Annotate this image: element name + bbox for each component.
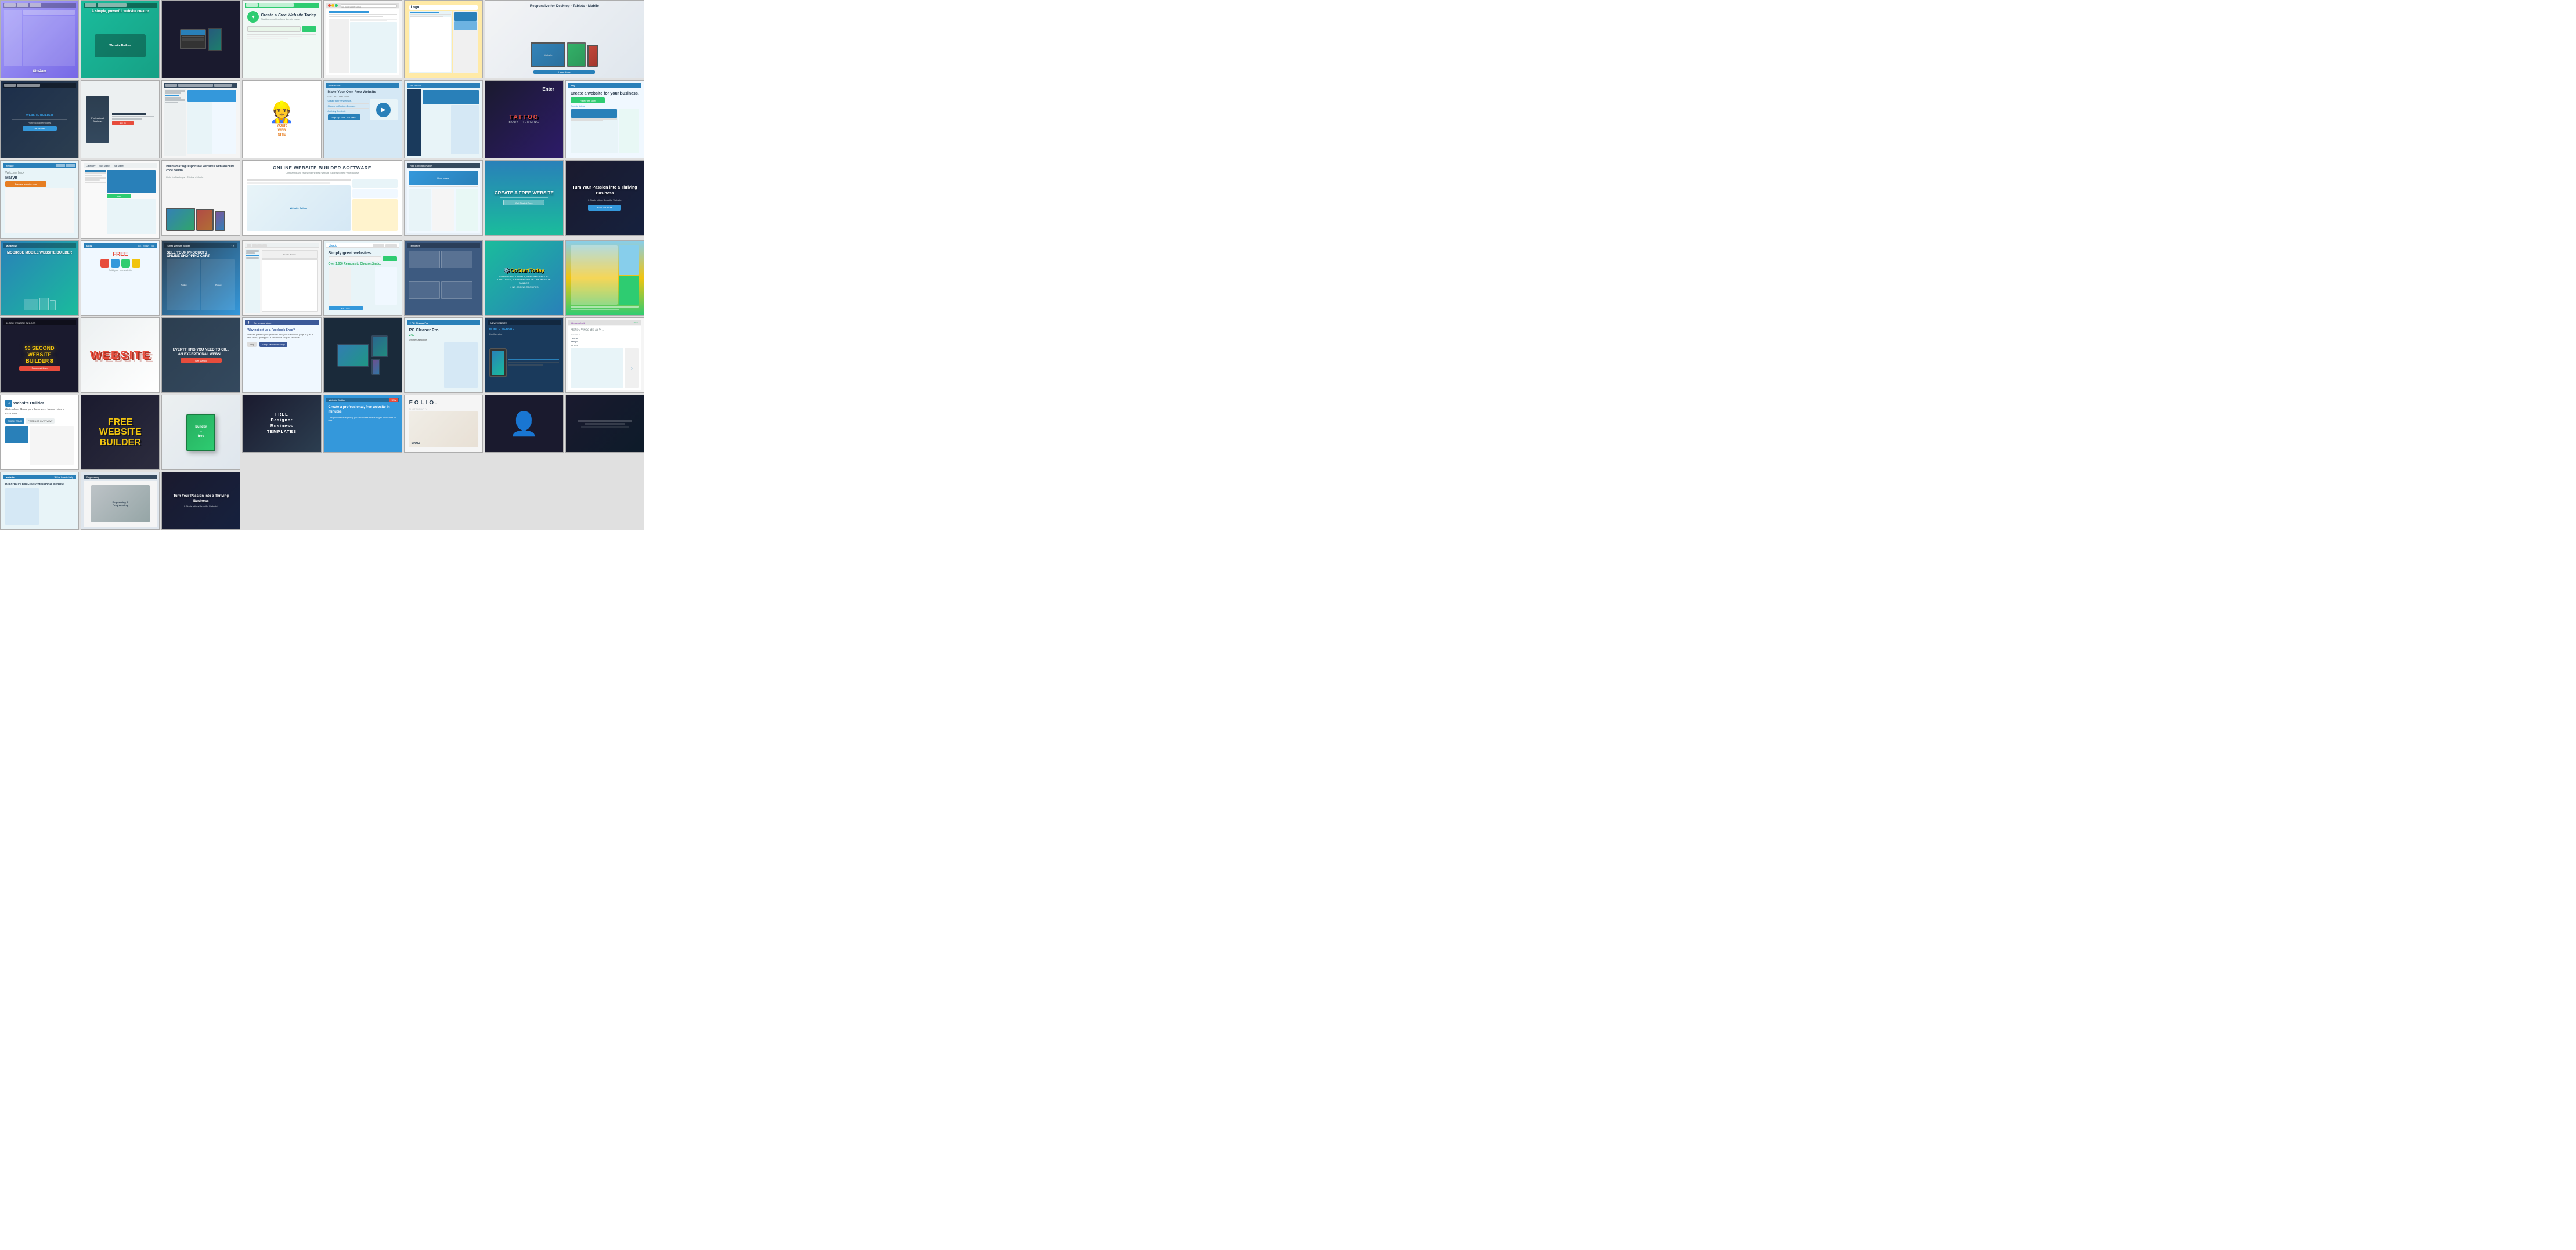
tattoo-title: TATTOO: [509, 114, 539, 121]
tile-wb-box[interactable]: builder⌂free: [161, 395, 240, 470]
tattoo-subtitle: BODY PIERCING: [508, 121, 539, 124]
website-3d-text: WEBSITE: [90, 349, 151, 362]
90sec-label: 90 SECONDWEBSITEBUILDER 8: [25, 345, 55, 364]
jimdo-label: Simply great websites.: [329, 251, 397, 255]
tile-create-free-website[interactable]: ✦ Create a Free Website Today Start by s…: [242, 0, 321, 78]
tile-sitejam[interactable]: SiteJam: [0, 0, 79, 78]
tile-build-responsive[interactable]: Build amazing responsive websites with a…: [161, 160, 240, 236]
tile-website-editor[interactable]: Website Preview: [242, 240, 321, 316]
your-website-text: YOURWEBSITE: [277, 124, 287, 138]
tile-tattoo[interactable]: TATTOO BODY PIERCING Enter: [485, 80, 564, 158]
tile-folio[interactable]: FOLIO. PHOTOGRAPHY MANU: [404, 395, 483, 453]
tile-category[interactable]: Category Sub Matter Biz Matter Select: [81, 160, 160, 239]
tile-small-builder[interactable]: Small Website Builder ‹ › SELL YOUR PROD…: [161, 240, 240, 316]
tile-sitebuilder[interactable]: A simple, powerful website creator Websi…: [81, 0, 160, 78]
mobirise-label: MOBIRISE MOBILE WEBSITE BUILDER: [7, 251, 72, 255]
tile-mi-pagina[interactable]: Mi página personal: [323, 0, 402, 78]
tile-engineering[interactable]: Engineering Engineering &Programming: [81, 472, 160, 530]
tile-passion-business-2[interactable]: Turn Your Passion into a Thriving Busine…: [161, 472, 240, 530]
tile-ucoz[interactable]: uCoz GET STARTED FREE Build your free we…: [81, 240, 160, 316]
builder-emoji: 👷: [269, 100, 295, 124]
ws-builder-title: Website Builder: [13, 402, 44, 406]
free-wb-label: FREEWEBSITE BUILDER: [84, 417, 157, 448]
build-own-label: Build Your Own Free Professional Website: [5, 483, 74, 487]
create-free-label: CREATE A FREE WEBSITE: [495, 190, 554, 196]
pc-cleaner-label: PC Cleaner Pro: [409, 328, 478, 333]
tile-free-wb-dark[interactable]: FREEWEBSITE BUILDER: [81, 395, 160, 470]
tile-company-name[interactable]: Your Company Name Hero Image: [404, 160, 483, 236]
gogo-label: ⚙️GoStartToday: [504, 268, 544, 274]
tile-dashboard[interactable]: [161, 80, 240, 158]
sitebuilder-label: A simple, powerful website creator: [84, 9, 157, 16]
tile-website-3d[interactable]: WEBSITE: [81, 317, 160, 393]
tile-builder-character[interactable]: 👷 YOURWEBSITE: [242, 80, 321, 158]
passion-title: Turn Your Passion into a Thriving Busine…: [572, 185, 638, 197]
tile-gogo-start[interactable]: ⚙️GoStartToday SURPRISINGLY SIMPLE, FREE…: [485, 240, 564, 316]
tile-blue-builder[interactable]: WEBSITE BUILDER Professional templates G…: [0, 80, 79, 158]
tile-free-designer-templates[interactable]: FREEDesignerBusinessTEMPLATES: [242, 395, 321, 453]
tile-templates-dark[interactable]: Templates: [404, 240, 483, 316]
tile-logo-builder[interactable]: Logo: [404, 0, 483, 78]
tile-dark-person[interactable]: 👤: [485, 395, 564, 453]
tile-create-free-ocean[interactable]: CREATE A FREE WEBSITE Get Started Free: [485, 160, 564, 236]
tile-devices-dark[interactable]: [323, 317, 402, 393]
tile-website-welcome[interactable]: website Welcome back Maryn Preview websi…: [0, 160, 79, 239]
small-builder-label: SELL YOUR PRODUCTSONLINE SHOPPING CART: [167, 251, 235, 258]
moonfruit-label: Hello Prince de la V...: [571, 328, 639, 332]
tile-90sec-builder[interactable]: 90 SEC WEBSITE BUILDER 90 SECONDWEBSITEB…: [0, 317, 79, 393]
tile-everything-need[interactable]: EVERYTHING YOU NEED TO CR...AN EXCEPTION…: [161, 317, 240, 393]
tile-professional-man[interactable]: ProfessionalBusiness Sign Up: [81, 80, 160, 158]
tile-idiy-business[interactable]: idiy Create a website for your business.…: [565, 80, 644, 158]
tile-make-your-own[interactable]: VideoBlasts Make Your Own Free Website C…: [323, 80, 402, 158]
tile-mix-fusion[interactable]: Mix Fusion: [404, 80, 483, 158]
tile-pc-smartphone-tablet[interactable]: [565, 240, 644, 316]
tile-ws-builder[interactable]: □ Website Builder Get online. Grow your …: [0, 395, 79, 470]
tile-mobirise[interactable]: MOBIRISE MOBIRISE MOBILE WEBSITE BUILDER: [0, 240, 79, 316]
person-icon: 👤: [510, 410, 539, 438]
image-grid: SiteJam A simple, powerful website creat…: [0, 0, 644, 530]
facebook-shop-label: Why not set up a Facebook Shop?: [247, 328, 316, 332]
tile-pc-cleaner[interactable]: ≡ PC Cleaner Pro PC Cleaner Pro 24/7 Onl…: [404, 317, 483, 393]
tile-pro-free-website[interactable]: Website Builder NEW Create a professiona…: [323, 395, 402, 453]
tile-dark-biz[interactable]: [565, 395, 644, 453]
free-designer-label: FREEDesignerBusinessTEMPLATES: [267, 412, 297, 435]
folio-label: FOLIO.: [409, 400, 478, 406]
tile-moonfruit[interactable]: ⊛ moonfruit ▲ Save Hello Prince de la V.…: [565, 317, 644, 393]
sitejam-label: SiteJam: [3, 68, 76, 75]
ucoz-free-label: FREE: [113, 251, 128, 258]
online-builder-title: ONLINE WEBSITE BUILDER SOFTWARE: [247, 165, 396, 171]
everything-label: EVERYTHING YOU NEED TO CR...AN EXCEPTION…: [173, 348, 229, 357]
tile-facebook-shop[interactable]: f Set up your shop Why not set up a Face…: [242, 317, 321, 393]
tile-online-builder-software[interactable]: ONLINE WEBSITE BUILDER SOFTWARE Comparin…: [242, 160, 402, 236]
tile-dark-screens[interactable]: [161, 0, 240, 78]
pro-free-label: Create a professional, free website in m…: [329, 406, 397, 415]
passion2-label: Turn Your Passion into a Thriving Busine…: [167, 494, 235, 504]
tile-jimdo[interactable]: Jimdo Simply great websites. Over 1,000 …: [323, 240, 402, 316]
tile-passion-business[interactable]: Turn Your Passion into a Thriving Busine…: [565, 160, 644, 236]
tile-mobile-config[interactable]: NEW WEBSITE MOBILE WEBSITE Configuration: [485, 317, 564, 393]
tile-build-own-free[interactable]: website We're here to help Build Your Ow…: [0, 472, 79, 530]
enter-label: Enter: [542, 86, 554, 92]
tile-responsive-devices[interactable]: Responsive for Desktop · Tablets · Mobil…: [485, 0, 644, 78]
